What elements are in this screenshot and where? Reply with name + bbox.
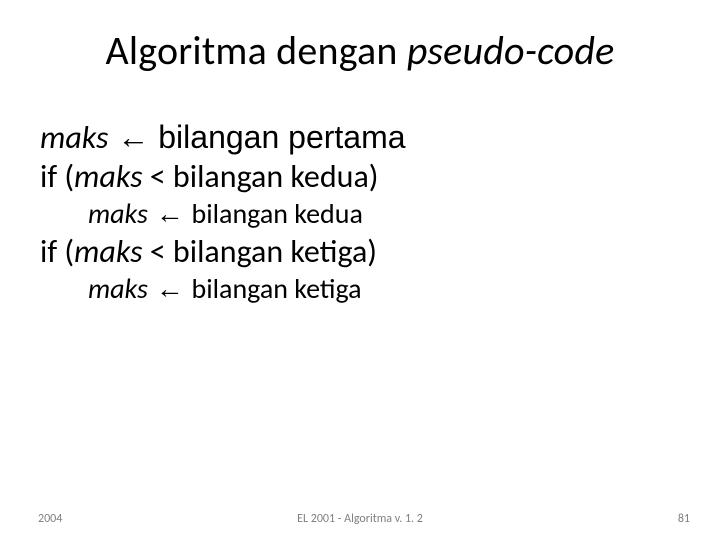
line2-rest: < bilangan kedua) [143, 157, 379, 196]
line5-rest: bilangan ketiga [191, 271, 361, 306]
pseudo-line-1: maks ← bilangan pertama [40, 118, 680, 157]
footer-page-number: 81 [678, 512, 690, 526]
title-text-italic: pseudo-code [407, 26, 615, 75]
line2-pre: if ( [40, 157, 74, 196]
var-maks: maks [88, 196, 148, 231]
pseudo-line-4: if (maks < bilangan ketiga) [40, 232, 680, 271]
footer-course: EL 2001 - Algoritma v. 1. 2 [0, 512, 720, 526]
pseudo-line-5: maks ← bilangan ketiga [88, 271, 680, 307]
line1-rest: ← bilangan pertama [108, 119, 405, 155]
pseudo-line-3: maks ← bilangan kedua [88, 196, 680, 232]
line4-rest: < bilangan ketiga) [143, 232, 377, 271]
title-text-1: Algoritma dengan [106, 26, 407, 75]
slide-body: maks ← bilangan pertama if (maks < bilan… [40, 118, 680, 308]
line3-rest: bilangan kedua [191, 196, 362, 231]
pseudo-line-2: if (maks < bilangan kedua) [40, 157, 680, 196]
var-maks: maks [88, 271, 148, 306]
line4-pre: if ( [40, 232, 74, 271]
slide-title: Algoritma dengan pseudo-code [0, 26, 720, 75]
arrow-icon: ← [148, 198, 192, 229]
var-maks: maks [40, 118, 108, 157]
var-maks: maks [74, 157, 142, 196]
slide: Algoritma dengan pseudo-code maks ← bila… [0, 0, 720, 540]
var-maks: maks [74, 232, 142, 271]
arrow-icon: ← [148, 273, 192, 304]
